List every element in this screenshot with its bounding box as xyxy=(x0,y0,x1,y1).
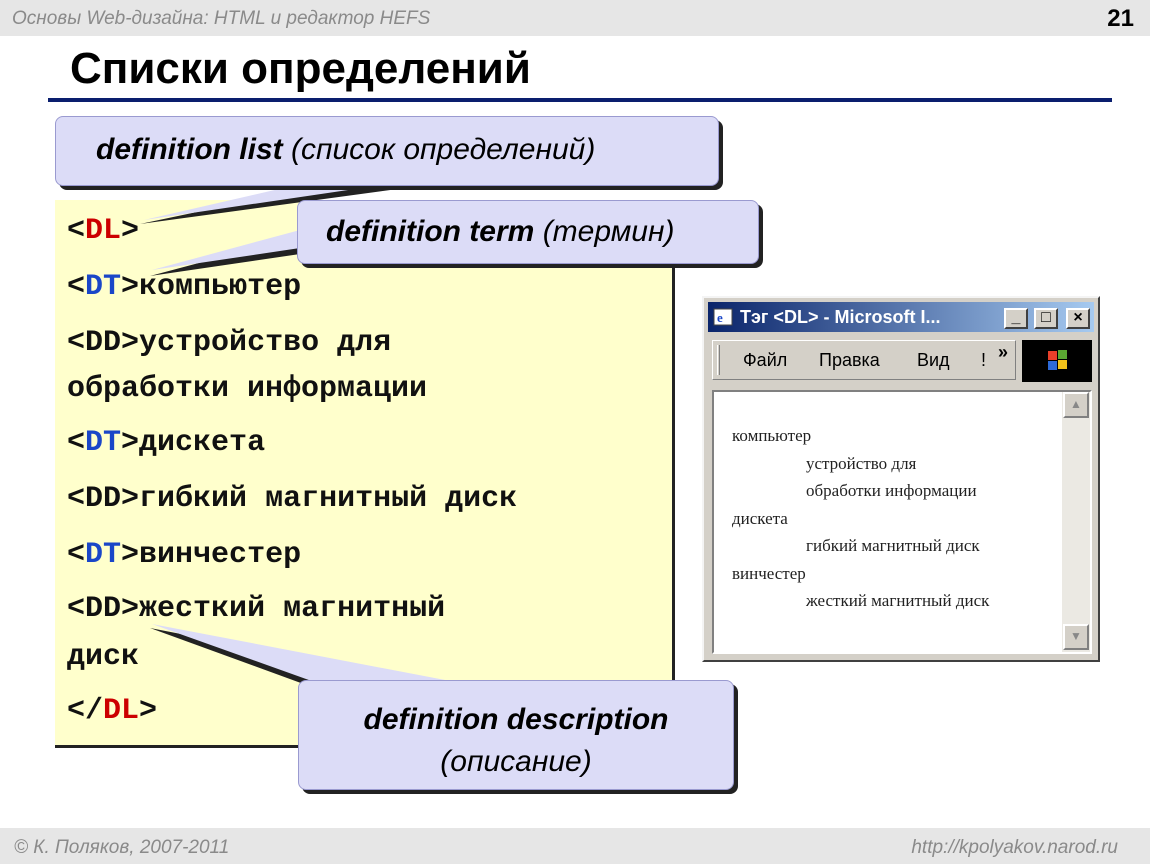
ie-icon: e xyxy=(713,308,733,326)
close-button[interactable]: × xyxy=(1066,308,1090,329)
callout-definition-term: definition term (термин) xyxy=(297,200,759,264)
menu-bar: Файл Правка Вид ! xyxy=(712,340,1016,380)
callout-dt-note: (термин) xyxy=(542,215,675,248)
dd-pointer-fill xyxy=(152,624,466,684)
vertical-scrollbar[interactable]: ▲ ▼ xyxy=(1062,392,1090,652)
rendered-term: винчестер xyxy=(732,563,806,583)
scroll-down-icon[interactable]: ▼ xyxy=(1063,624,1089,650)
callout-dl-term: definition list xyxy=(96,133,283,166)
browser-window: e Тэг <DL> - Microsoft I... _ □ × Файл П… xyxy=(702,296,1100,662)
callout-dt-term: definition term xyxy=(326,215,535,248)
rendered-description: устройство для xyxy=(806,453,917,473)
minimize-button[interactable]: _ xyxy=(1004,308,1028,329)
menu-item-edit[interactable]: Правка xyxy=(819,350,880,371)
windows-logo xyxy=(1022,340,1092,382)
callout-dd-note: (описание) xyxy=(440,745,592,778)
rendered-description: гибкий магнитный диск xyxy=(806,536,980,555)
svg-text:e: e xyxy=(717,310,723,325)
callout-dd-term: definition description xyxy=(363,703,669,736)
callout-dl-note: (список определений) xyxy=(291,133,596,166)
chevron-more-icon[interactable]: » xyxy=(998,342,1008,363)
rendered-description: обработки информации xyxy=(806,481,977,500)
browser-title-text: Тэг <DL> - Microsoft I... xyxy=(740,307,941,327)
rendered-term: дискета xyxy=(732,508,788,528)
rendered-description: жесткий магнитный диск xyxy=(806,591,990,610)
rendered-term: компьютер xyxy=(732,426,812,445)
site-url-link[interactable]: http://kpolyakov.narod.ru xyxy=(911,837,1118,859)
callout-definition-list: definition list (список определений) xyxy=(55,116,719,186)
windows-flag-icon xyxy=(1048,350,1067,370)
menu-item-file[interactable]: Файл xyxy=(743,350,787,371)
toolbar-grip[interactable] xyxy=(717,345,720,375)
scroll-up-icon[interactable]: ▲ xyxy=(1063,392,1089,418)
callout-definition-description: definition description (описание) xyxy=(298,680,734,790)
browser-title-bar[interactable]: e Тэг <DL> - Microsoft I... _ □ × xyxy=(708,302,1094,332)
footer-bar: © К. Поляков, 2007-2011 http://kpolyakov… xyxy=(0,828,1150,864)
menu-item-view[interactable]: Вид xyxy=(917,350,950,371)
menu-item-truncated[interactable]: ! xyxy=(981,350,986,371)
copyright-text: © К. Поляков, 2007-2011 xyxy=(14,837,230,858)
maximize-button[interactable]: □ xyxy=(1034,308,1058,329)
browser-content-area: компьютер устройство для обработки информа… xyxy=(712,390,1092,654)
